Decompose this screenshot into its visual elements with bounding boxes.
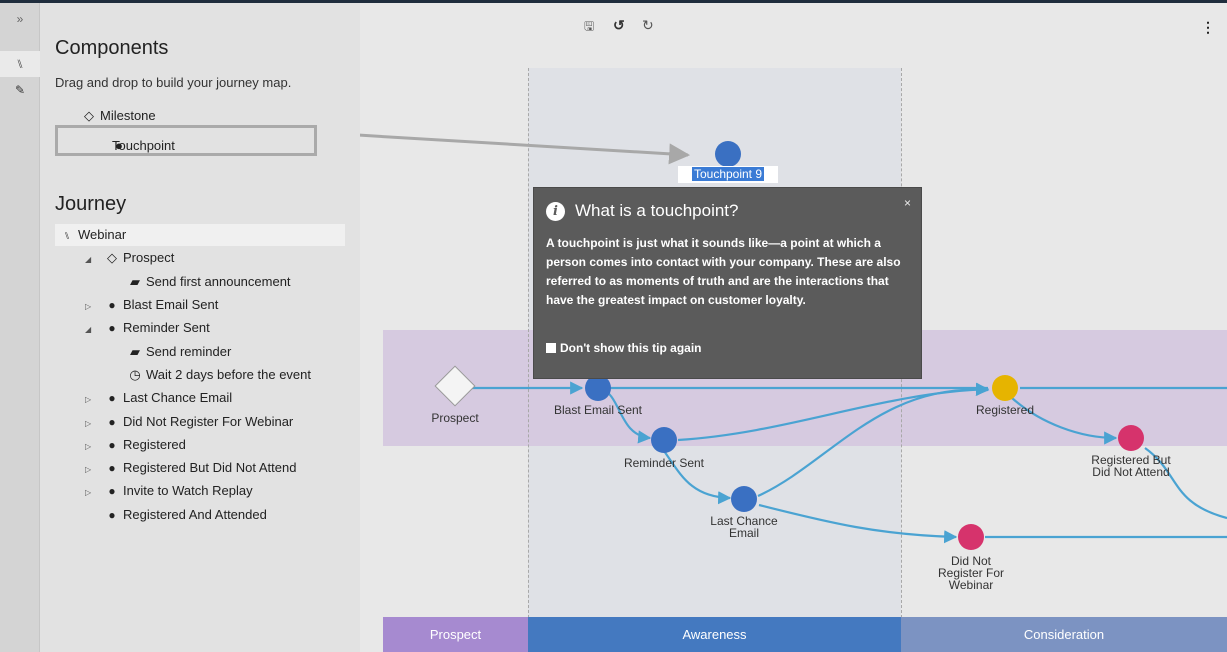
icon-rail: » ⑊ ✎ bbox=[0, 3, 40, 652]
last-chance-node[interactable] bbox=[731, 486, 757, 512]
tree-item-label: Reminder Sent bbox=[123, 320, 210, 335]
tip-body: A touchpoint is just what it sounds like… bbox=[546, 236, 901, 307]
tree-root-label: Webinar bbox=[78, 227, 127, 242]
expand-icon[interactable]: » bbox=[10, 9, 30, 29]
expand-arrow-icon[interactable]: ▷ bbox=[85, 442, 97, 451]
tree-item[interactable]: ▷ ● Last Chance Email bbox=[85, 390, 232, 405]
touchpoint-9-node[interactable] bbox=[715, 141, 741, 167]
node-label-registered: Registered bbox=[975, 403, 1035, 417]
component-label: Milestone bbox=[100, 108, 156, 123]
checkbox-label: Don't show this tip again bbox=[560, 341, 702, 355]
drag-arrow bbox=[360, 133, 691, 165]
dot-icon: ● bbox=[108, 508, 116, 522]
tree-item-label: Send first announcement bbox=[146, 274, 291, 289]
tree-item[interactable]: ▷ ● Registered bbox=[85, 437, 186, 452]
tree-item-label: Last Chance Email bbox=[123, 390, 233, 405]
stage-consideration[interactable]: Consideration bbox=[901, 617, 1227, 652]
journey-title: Journey bbox=[55, 193, 127, 215]
tree-item[interactable]: ▷ ● Registered But Did Not Attend bbox=[85, 460, 296, 475]
node-label-registered-not-attended: Registered But Did Not Attend bbox=[1091, 453, 1171, 479]
component-label: Touchpoint bbox=[112, 138, 175, 153]
tree-item-label: Wait 2 days before the event bbox=[146, 367, 312, 382]
components-title: Components bbox=[55, 37, 169, 59]
tree-item[interactable]: ▷ ● Blast Email Sent bbox=[85, 297, 218, 312]
tree-item-label: Prospect bbox=[123, 250, 175, 265]
clock-icon: ◷ bbox=[129, 367, 141, 382]
tip-title: i What is a touchpoint? bbox=[546, 201, 738, 221]
tree-item[interactable]: ◢ ● Reminder Sent bbox=[85, 320, 210, 335]
registered-node[interactable] bbox=[992, 375, 1018, 401]
tip-title-text: What is a touchpoint? bbox=[575, 201, 739, 220]
touchpoint-9-label-input[interactable]: Touchpoint 9 bbox=[678, 166, 778, 183]
node-label-reminder: Reminder Sent bbox=[623, 456, 705, 470]
journey-tab-icon[interactable]: ⑊ bbox=[0, 51, 40, 77]
close-icon[interactable]: × bbox=[904, 196, 911, 210]
tree-item[interactable]: ● Registered And Attended bbox=[85, 507, 267, 522]
dot-icon: ● bbox=[108, 415, 116, 429]
tree-item-label: Invite to Watch Replay bbox=[123, 483, 253, 498]
node-label-prospect: Prospect bbox=[431, 411, 479, 425]
dot-icon: ● bbox=[108, 438, 116, 452]
dot-icon: ● bbox=[108, 461, 116, 475]
tree-root[interactable]: ⑊ Webinar bbox=[60, 227, 126, 242]
diamond-icon: ◇ bbox=[107, 250, 117, 265]
collapse-arrow-icon[interactable]: ◢ bbox=[85, 255, 97, 264]
checkbox-box[interactable] bbox=[546, 343, 556, 353]
stage-awareness[interactable]: Awareness bbox=[528, 617, 901, 652]
expand-arrow-icon[interactable]: ▷ bbox=[85, 302, 97, 311]
tree-item-label: Send reminder bbox=[146, 344, 232, 359]
expand-arrow-icon[interactable]: ▷ bbox=[85, 395, 97, 404]
expand-arrow-icon[interactable]: ▷ bbox=[85, 488, 97, 497]
node-label-blast: Blast Email Sent bbox=[553, 403, 643, 417]
tree-item-label: Registered And Attended bbox=[123, 507, 267, 522]
tree-item[interactable]: ▰ Send first announcement bbox=[128, 274, 291, 290]
tree-item[interactable]: ▷ ● Did Not Register For Webinar bbox=[85, 414, 293, 429]
diamond-icon: ◇ bbox=[84, 108, 94, 123]
tree-item[interactable]: ▷ ● Invite to Watch Replay bbox=[85, 483, 253, 498]
dot-icon: ● bbox=[108, 391, 116, 405]
tree-item[interactable]: ◷ Wait 2 days before the event bbox=[128, 367, 311, 383]
prospect-milestone[interactable] bbox=[434, 365, 476, 407]
expand-arrow-icon[interactable]: ▷ bbox=[85, 419, 97, 428]
tree-item-label: Blast Email Sent bbox=[123, 297, 219, 312]
journey-icon: ⑊ bbox=[64, 231, 70, 242]
tree-item[interactable]: ▰ Send reminder bbox=[128, 344, 231, 360]
touchpoint-9-label: Touchpoint 9 bbox=[691, 167, 765, 181]
message-icon: ▰ bbox=[130, 274, 140, 289]
dot-icon: ● bbox=[108, 484, 116, 498]
left-panel: Components Drag and drop to build your j… bbox=[40, 3, 360, 652]
dont-show-checkbox[interactable]: Don't show this tip again bbox=[546, 341, 702, 355]
component-touchpoint[interactable]: ● Touchpoint bbox=[55, 125, 317, 156]
message-icon: ▰ bbox=[130, 344, 140, 359]
stage-prospect[interactable]: Prospect bbox=[383, 617, 528, 652]
did-not-register-node[interactable] bbox=[958, 524, 984, 550]
dot-icon: ● bbox=[108, 298, 116, 312]
components-subtitle: Drag and drop to build your journey map. bbox=[55, 75, 292, 90]
collapse-arrow-icon[interactable]: ◢ bbox=[85, 325, 97, 334]
node-label-last-chance: Last Chance Email bbox=[710, 514, 778, 540]
tree-item[interactable]: ◢ ◇ Prospect bbox=[85, 250, 174, 266]
tree-item-label: Registered bbox=[123, 437, 186, 452]
node-label-did-not-register: Did Not Register For Webinar bbox=[937, 554, 1005, 592]
journey-canvas[interactable]: 🖫 ↺ ↻ ⋮ Prospect Blast Email Sent Remind… bbox=[360, 3, 1227, 652]
tree-item-label: Registered But Did Not Attend bbox=[123, 460, 297, 475]
info-icon: i bbox=[546, 202, 565, 221]
reminder-node[interactable] bbox=[651, 427, 677, 453]
component-milestone[interactable]: ◇ Milestone bbox=[82, 108, 156, 124]
registered-not-attended-node[interactable] bbox=[1118, 425, 1144, 451]
touchpoint-tip-popover: × i What is a touchpoint? A touchpoint is… bbox=[533, 187, 922, 379]
expand-arrow-icon[interactable]: ▷ bbox=[85, 465, 97, 474]
flow-edge bbox=[677, 382, 990, 442]
edit-tab-icon[interactable]: ✎ bbox=[0, 77, 40, 103]
dot-icon: ● bbox=[108, 321, 116, 335]
tree-item-label: Did Not Register For Webinar bbox=[123, 414, 294, 429]
